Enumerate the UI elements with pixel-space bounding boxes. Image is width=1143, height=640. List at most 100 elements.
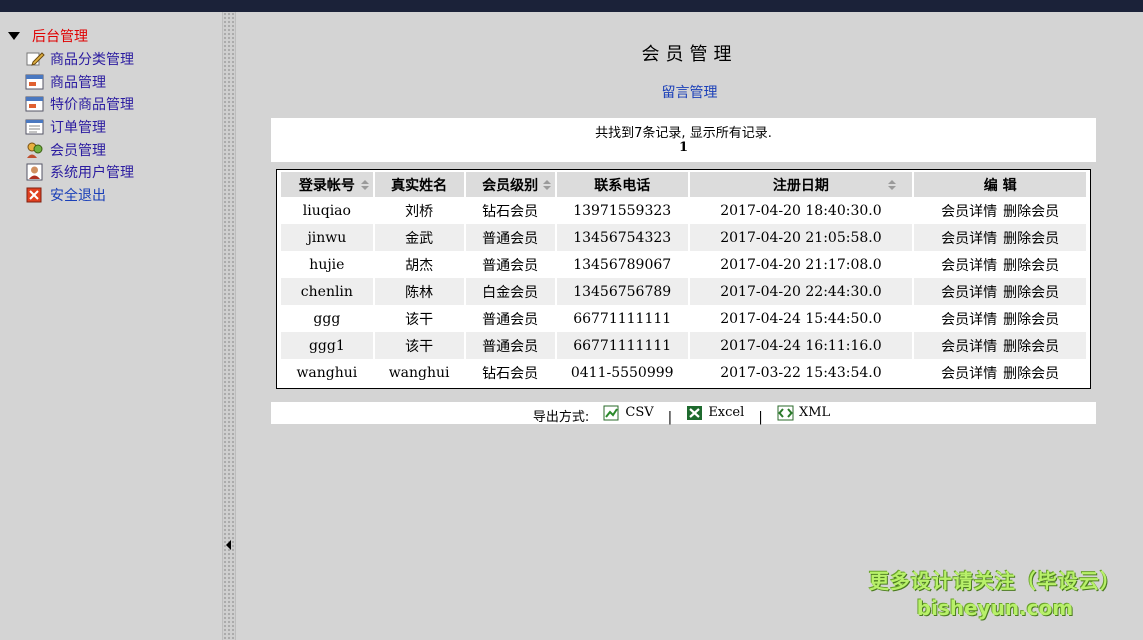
cell-phone: 13456754323	[556, 224, 688, 251]
message-management-link[interactable]: 留言管理	[236, 82, 1143, 102]
cell-regdate: 2017-04-20 21:05:58.0	[689, 224, 913, 251]
watermark: 更多设计请关注（毕设云） bisheyun.com	[869, 565, 1121, 620]
export-bar: 导出方式: CSV | Excel | XML	[271, 402, 1096, 425]
export-label: 导出方式:	[532, 410, 590, 425]
page-number[interactable]: 1	[271, 140, 1096, 155]
export-xml-link[interactable]: XML	[777, 402, 830, 424]
window-icon	[25, 73, 45, 91]
column-header-phone[interactable]: 联系电话	[556, 172, 688, 197]
cell-level: 白金会员	[465, 278, 555, 305]
cell-phone: 66771111111	[573, 310, 672, 327]
cell-actions: 会员详情 删除会员	[914, 332, 1086, 359]
cell-regdate: 2017-04-20 18:40:30.0	[720, 202, 882, 219]
delete-member-link[interactable]: 删除会员	[1003, 204, 1059, 220]
edit-pencil-icon	[25, 50, 45, 68]
xml-icon	[777, 405, 795, 421]
member-detail-link[interactable]: 会员详情	[941, 231, 997, 247]
result-banner: 共找到7条记录, 显示所有记录. 1	[271, 118, 1096, 162]
frame-splitter[interactable]	[222, 12, 236, 640]
table-row: ggg1 该干 普通会员 66771111111 2017-04-24 16:1…	[281, 332, 1086, 359]
member-table: 登录帐号 真实姓名 会员级别 联系电话 注册日期 编 辑 liuqiao 刘桥 …	[279, 172, 1088, 386]
sidebar-item-orders[interactable]: 订单管理	[25, 116, 134, 139]
sidebar-item-label: 商品管理	[50, 74, 106, 91]
sidebar-item-category[interactable]: 商品分类管理	[25, 48, 134, 71]
cell-realname: 陈林	[374, 278, 464, 305]
export-excel-link[interactable]: Excel	[686, 402, 744, 424]
cell-regdate: 2017-03-22 15:43:54.0	[720, 364, 882, 381]
cell-actions: 会员详情 删除会员	[914, 224, 1086, 251]
sidebar-item-label: 订单管理	[50, 120, 106, 137]
table-header-row: 登录帐号 真实姓名 会员级别 联系电话 注册日期 编 辑	[281, 172, 1086, 197]
member-detail-link[interactable]: 会员详情	[941, 312, 997, 328]
member-detail-link[interactable]: 会员详情	[941, 339, 997, 355]
sidebar-item-label: 商品分类管理	[50, 52, 134, 69]
csv-icon	[603, 405, 621, 421]
member-detail-link[interactable]: 会员详情	[941, 285, 997, 301]
delete-member-link[interactable]: 删除会员	[1003, 258, 1059, 274]
close-icon	[25, 186, 45, 204]
sidebar-menu: 商品分类管理 商品管理 特价商品管理 订单管理 会员管理 系统用户管理 安全退出	[25, 48, 134, 206]
excel-icon	[686, 405, 704, 421]
main-content: 会员管理 留言管理 共找到7条记录, 显示所有记录. 1 登录帐号 真实姓名 会…	[236, 12, 1143, 640]
column-header-realname[interactable]: 真实姓名	[374, 172, 464, 197]
cell-login: wanghui	[296, 364, 358, 381]
sort-icon[interactable]	[542, 180, 551, 190]
sidebar-item-products[interactable]: 商品管理	[25, 71, 134, 94]
sidebar-item-members[interactable]: 会员管理	[25, 138, 134, 161]
cell-level: 普通会员	[482, 257, 539, 274]
watermark-line-1: 更多设计请关注（毕设云）	[869, 569, 1121, 593]
sort-icon[interactable]	[888, 180, 897, 190]
delete-member-link[interactable]: 删除会员	[1003, 285, 1059, 301]
cell-phone: 0411-5550999	[570, 364, 674, 381]
member-detail-link[interactable]: 会员详情	[941, 366, 997, 382]
column-header-level[interactable]: 会员级别	[465, 172, 555, 197]
result-summary: 共找到7条记录, 显示所有记录.	[595, 126, 772, 141]
member-table-container: 登录帐号 真实姓名 会员级别 联系电话 注册日期 编 辑 liuqiao 刘桥 …	[276, 169, 1091, 389]
sidebar: 后台管理 商品分类管理 商品管理 特价商品管理 订单管理 会员管理 系统用户管理…	[0, 12, 222, 640]
cell-regdate: 2017-04-20 21:17:08.0	[720, 256, 882, 273]
delete-member-link[interactable]: 删除会员	[1003, 231, 1059, 247]
sort-icon[interactable]	[360, 180, 369, 190]
member-detail-link[interactable]: 会员详情	[941, 258, 997, 274]
delete-member-link[interactable]: 删除会员	[1003, 366, 1059, 382]
cell-realname: wanghui	[388, 364, 450, 381]
cell-login: chenlin	[281, 278, 373, 305]
cell-actions: 会员详情 删除会员	[914, 278, 1086, 305]
cell-level: 普通会员	[465, 224, 555, 251]
cell-regdate: 2017-04-24 16:11:16.0	[689, 332, 913, 359]
separator: |	[667, 410, 673, 425]
collapse-arrow-icon[interactable]	[226, 540, 231, 550]
sidebar-item-special-products[interactable]: 特价商品管理	[25, 93, 134, 116]
list-window-icon	[25, 118, 45, 136]
cell-phone: 13971559323	[573, 202, 672, 219]
column-header-edit: 编 辑	[914, 172, 1086, 197]
watermark-line-2: bisheyun.com	[916, 596, 1074, 620]
member-detail-link[interactable]: 会员详情	[941, 204, 997, 220]
column-header-regdate[interactable]: 注册日期	[689, 172, 913, 197]
cell-actions: 会员详情 删除会员	[914, 197, 1086, 224]
cell-phone: 66771111111	[556, 332, 688, 359]
sidebar-item-logout[interactable]: 安全退出	[25, 184, 134, 207]
table-row: liuqiao 刘桥 钻石会员 13971559323 2017-04-20 1…	[281, 197, 1086, 224]
caret-down-icon[interactable]	[8, 32, 20, 40]
cell-login: jinwu	[281, 224, 373, 251]
table-row: hujie 胡杰 普通会员 13456789067 2017-04-20 21:…	[281, 251, 1086, 278]
delete-member-link[interactable]: 删除会员	[1003, 312, 1059, 328]
cell-actions: 会员详情 删除会员	[914, 359, 1086, 386]
tree-root[interactable]: 后台管理	[8, 26, 88, 46]
cell-level: 钻石会员	[482, 365, 539, 382]
cell-realname: 该干	[374, 332, 464, 359]
table-row: chenlin 陈林 白金会员 13456756789 2017-04-20 2…	[281, 278, 1086, 305]
delete-member-link[interactable]: 删除会员	[1003, 339, 1059, 355]
cell-regdate: 2017-04-24 15:44:50.0	[720, 310, 882, 327]
user-icon	[25, 163, 45, 181]
column-header-login[interactable]: 登录帐号	[281, 172, 373, 197]
table-row: wanghui wanghui 钻石会员 0411-5550999 2017-0…	[281, 359, 1086, 386]
sidebar-item-label: 安全退出	[50, 187, 106, 204]
tree-root-label[interactable]: 后台管理	[32, 26, 88, 46]
cell-login: ggg1	[281, 332, 373, 359]
cell-login: hujie	[309, 256, 345, 273]
sidebar-item-label: 特价商品管理	[50, 97, 134, 114]
sidebar-item-system-users[interactable]: 系统用户管理	[25, 161, 134, 184]
export-csv-link[interactable]: CSV	[603, 402, 654, 424]
